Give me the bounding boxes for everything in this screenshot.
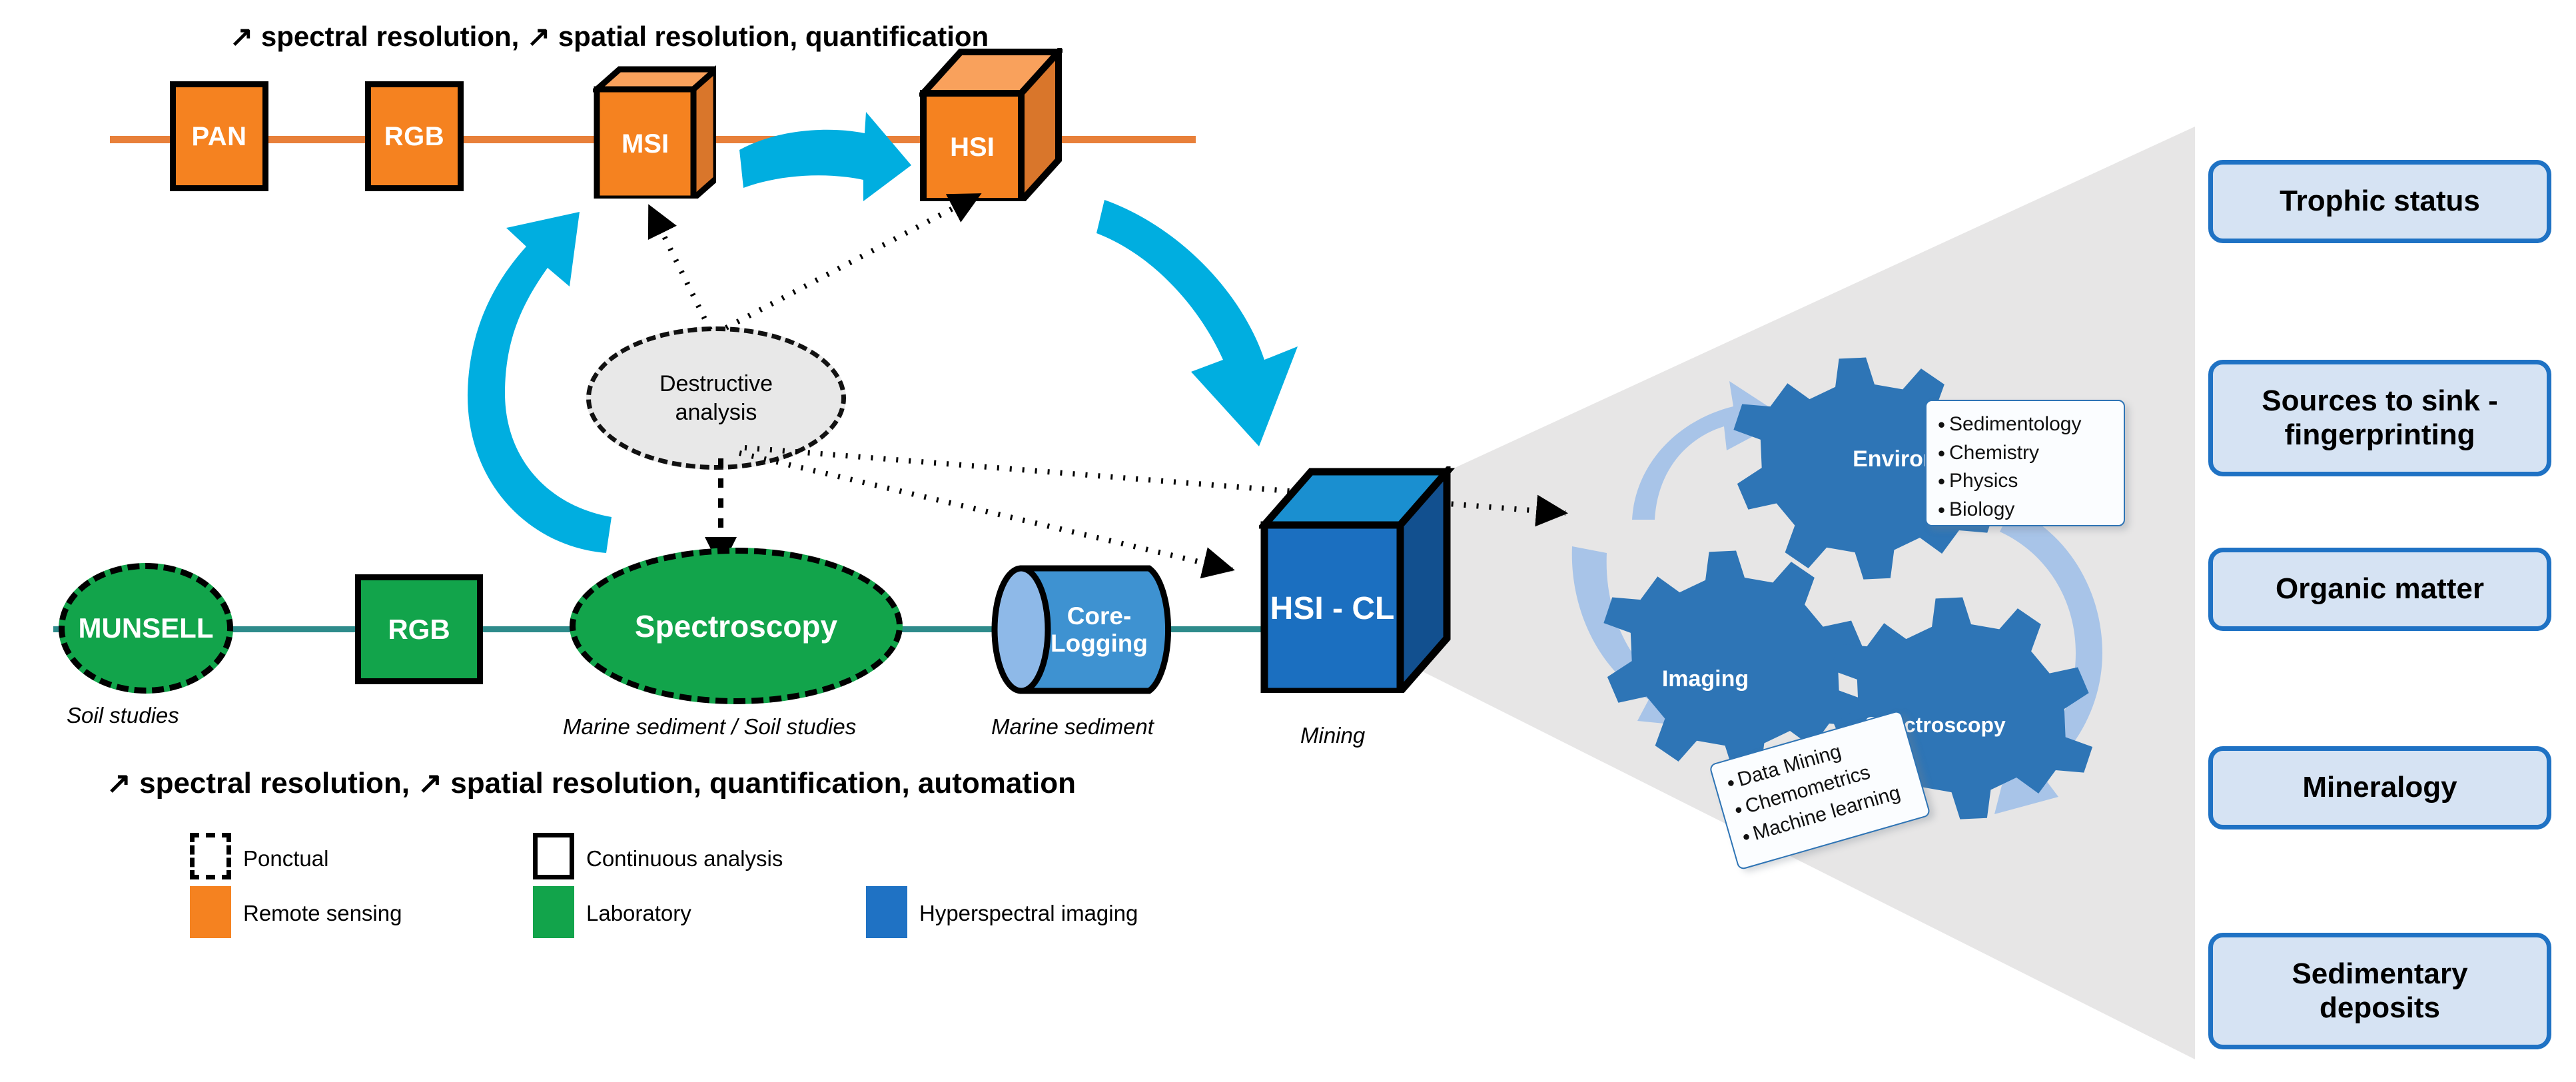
node-rgb-lab-label: RGB: [388, 613, 450, 645]
result-box-sources-to-sink[interactable]: Sources to sink - fingerprinting: [2208, 360, 2551, 476]
node-spectroscopy[interactable]: Spectroscopy: [570, 548, 903, 704]
result-label-trophic-status: Trophic status: [2280, 185, 2480, 218]
result-box-mineralogy[interactable]: Mineralogy: [2208, 746, 2551, 829]
node-pan[interactable]: PAN: [170, 81, 268, 191]
node-core-logging-label-line1: Core-: [1067, 602, 1132, 630]
result-label-sources-to-sink-line2: fingerprinting: [2284, 418, 2475, 451]
node-hsi[interactable]: HSI: [919, 48, 1063, 201]
result-label-sources-to-sink-line1: Sources to sink -: [2262, 384, 2498, 417]
legend-label-remote-sensing: Remote sensing: [243, 901, 402, 925]
result-label-organic-matter: Organic matter: [2276, 572, 2484, 606]
diagram-canvas: ↗ spectral resolution, ↗ spatial resolut…: [0, 0, 2576, 1082]
bottom-heading: ↗ spectral resolution, ↗ spatial resolut…: [107, 767, 1076, 800]
gear-label-imaging: Imaging: [1661, 666, 1749, 692]
node-pan-label: PAN: [191, 121, 247, 151]
callout-environment-item-3: Biology: [1936, 495, 2117, 524]
callout-environment: Sedimentology Chemistry Physics Biology: [1925, 400, 2125, 526]
result-label-sedimentary-deposits-line1: Sedimentary: [2292, 957, 2468, 990]
node-munsell-label: MUNSELL: [78, 612, 214, 644]
caption-spectroscopy: Marine sediment / Soil studies: [563, 714, 857, 739]
node-spectroscopy-label: Spectroscopy: [634, 608, 838, 644]
node-core-logging[interactable]: Core- Logging: [989, 563, 1176, 696]
node-msi[interactable]: MSI: [593, 65, 716, 199]
legend-label-continuous: Continuous analysis: [586, 846, 783, 871]
node-hsi-cl-label: HSI - CL: [1270, 590, 1395, 626]
node-munsell[interactable]: MUNSELL: [59, 563, 233, 694]
legend-swatch-continuous: [533, 833, 574, 879]
result-label-sedimentary-deposits-line2: deposits: [2320, 991, 2440, 1024]
legend-swatch-hyperspectral: [866, 886, 907, 938]
callout-environment-item-0: Sedimentology: [1936, 410, 2117, 439]
node-rgb-remote-label: RGB: [384, 121, 445, 151]
result-box-sedimentary-deposits[interactable]: Sedimentary deposits: [2208, 933, 2551, 1049]
result-label-mineralogy: Mineralogy: [2302, 771, 2457, 804]
callout-environment-item-2: Physics: [1936, 466, 2117, 496]
legend-label-ponctual: Ponctual: [243, 846, 329, 871]
callout-environment-item-1: Chemistry: [1936, 438, 2117, 468]
caption-core-logging: Marine sediment: [991, 714, 1154, 739]
legend-swatch-remote-sensing: [190, 886, 231, 938]
result-box-trophic-status[interactable]: Trophic status: [2208, 160, 2551, 243]
legend-label-hyperspectral: Hyperspectral imaging: [919, 901, 1138, 925]
node-rgb-remote[interactable]: RGB: [365, 81, 464, 191]
caption-hsi-cl: Mining: [1300, 723, 1366, 748]
legend-swatch-laboratory: [533, 886, 574, 938]
result-box-organic-matter[interactable]: Organic matter: [2208, 548, 2551, 631]
legend-swatch-ponctual: [190, 833, 231, 879]
node-rgb-lab[interactable]: RGB: [355, 574, 483, 684]
top-heading: ↗ spectral resolution, ↗ spatial resolut…: [230, 21, 989, 52]
legend-label-laboratory: Laboratory: [586, 901, 691, 925]
caption-munsell: Soil studies: [67, 703, 179, 728]
node-hsi-cl[interactable]: HSI - CL: [1259, 466, 1492, 693]
node-core-logging-label-line2: Logging: [1051, 630, 1148, 657]
